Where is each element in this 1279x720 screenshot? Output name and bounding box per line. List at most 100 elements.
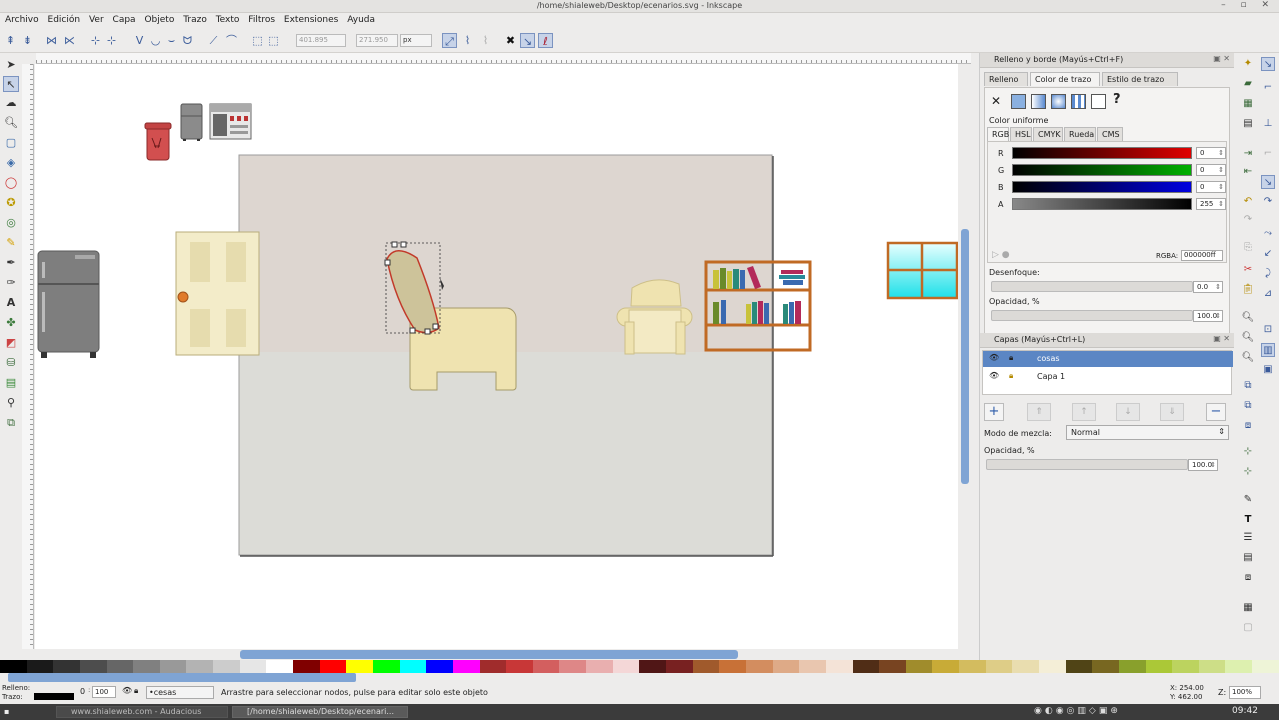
- taskbar-item-inkscape[interactable]: [/home/shialeweb/Desktop/ecenari...: [232, 706, 408, 718]
- show-handles-icon[interactable]: ⌇: [460, 33, 475, 48]
- blue-value[interactable]: 0: [1196, 181, 1226, 193]
- show-outline-icon[interactable]: ⌇: [478, 33, 493, 48]
- document-properties-icon[interactable]: ▦: [1241, 601, 1255, 615]
- snap-toggle-icon[interactable]: ↘: [1261, 57, 1275, 71]
- show-transform-handles-icon[interactable]: ⤢: [442, 33, 457, 48]
- snap-midpoints-icon[interactable]: ⊿: [1261, 287, 1275, 301]
- red-value[interactable]: 0: [1196, 147, 1226, 159]
- small-fridge[interactable]: [180, 103, 203, 141]
- connector-tool-icon[interactable]: ⧉: [3, 415, 19, 431]
- paste-icon[interactable]: 📋︎: [1241, 283, 1255, 297]
- clip-path-edit-icon[interactable]: ✖: [503, 33, 518, 48]
- selector-tool-icon[interactable]: ➤: [3, 57, 19, 73]
- door[interactable]: [175, 231, 260, 356]
- stroke-to-path-icon[interactable]: ⬚: [266, 33, 281, 48]
- ellipse-tool-icon[interactable]: ◯: [3, 175, 19, 191]
- window-pane[interactable]: [886, 241, 958, 300]
- alpha-slider[interactable]: [1012, 198, 1192, 210]
- tab-fill[interactable]: Relleno: [984, 72, 1028, 86]
- red-slider[interactable]: [1012, 147, 1192, 159]
- fill-stroke-panel-header[interactable]: Relleno y borde (Mayús+Ctrl+F) ▣ ✕: [980, 53, 1234, 68]
- menu-archivo[interactable]: Archivo: [2, 14, 42, 26]
- tab-hsl[interactable]: HSL: [1010, 127, 1032, 141]
- cut-icon[interactable]: ✂: [1241, 263, 1255, 277]
- auto-smooth-icon[interactable]: ᗢ: [180, 33, 195, 48]
- layer-lock-icon[interactable]: 🔒︎: [1009, 353, 1013, 363]
- layer-visibility-icon[interactable]: 👁︎: [989, 371, 999, 380]
- zoom-page-icon[interactable]: 🔍︎: [1241, 351, 1255, 365]
- opacity-field[interactable]: 100: [92, 686, 116, 698]
- star-tool-icon[interactable]: ✪: [3, 195, 19, 211]
- text-dialog-icon[interactable]: T: [1241, 513, 1255, 527]
- layer-row-cosas[interactable]: 👁︎ 🔒︎ cosas: [983, 351, 1233, 367]
- zoom-selection-icon[interactable]: 🔍︎: [1241, 311, 1255, 325]
- clone-icon[interactable]: ⧉: [1241, 399, 1255, 413]
- linear-gradient-icon[interactable]: [1031, 94, 1046, 109]
- save-icon[interactable]: ▦: [1241, 97, 1255, 111]
- snap-cusp-icon[interactable]: ↙: [1261, 247, 1275, 261]
- eraser-tool-icon[interactable]: ◩: [3, 335, 19, 351]
- blue-slider[interactable]: [1012, 181, 1192, 193]
- layer-visibility-icon[interactable]: 👁︎: [989, 353, 999, 362]
- lower-layer-bottom-button[interactable]: ⇓: [1160, 403, 1184, 421]
- join-segment-icon[interactable]: ⊹: [88, 33, 103, 48]
- menu-texto[interactable]: Texto: [213, 14, 243, 26]
- tab-wheel[interactable]: Rueda: [1064, 127, 1096, 141]
- tab-rgb[interactable]: RGB: [987, 127, 1009, 141]
- tweak-tool-icon[interactable]: ☁: [3, 95, 19, 111]
- layer-row-capa-1[interactable]: 👁︎ 🔒︎ Capa 1: [983, 369, 1233, 385]
- zoom-tool-icon[interactable]: 🔍︎: [3, 115, 19, 131]
- menu-ayuda[interactable]: Ayuda: [344, 14, 378, 26]
- vertical-scroll-thumb[interactable]: [961, 229, 969, 484]
- raise-layer-top-button[interactable]: ⇑: [1027, 403, 1051, 421]
- current-layer-select[interactable]: •cesas: [146, 686, 214, 699]
- snap-intersections-icon[interactable]: ⤳: [1261, 227, 1275, 241]
- unit-select[interactable]: px: [400, 34, 432, 47]
- tab-stroke-style[interactable]: Estilo de trazo: [1102, 72, 1178, 86]
- export-icon[interactable]: ⇤: [1241, 165, 1255, 179]
- pattern-icon[interactable]: [1071, 94, 1086, 109]
- color-palette[interactable]: [0, 660, 1279, 673]
- text-tool-icon[interactable]: A: [3, 295, 19, 311]
- gradient-tool-icon[interactable]: ▤: [3, 375, 19, 391]
- layer-opacity-slider[interactable]: [986, 459, 1188, 470]
- raise-layer-button[interactable]: ↑: [1072, 403, 1096, 421]
- snap-bbox-corner-icon[interactable]: ⌐: [1261, 147, 1275, 161]
- group-icon[interactable]: ⊹: [1241, 445, 1255, 459]
- panel-close-icon[interactable]: ▣ ✕: [1213, 54, 1230, 63]
- green-slider[interactable]: [1012, 164, 1192, 176]
- delete-segment-icon[interactable]: ⊹: [104, 33, 119, 48]
- add-layer-button[interactable]: +: [984, 403, 1004, 421]
- vertical-scrollbar[interactable]: [959, 64, 971, 649]
- copy-icon[interactable]: ⎘: [1241, 241, 1255, 255]
- layer-lock-icon[interactable]: 🔒︎: [1009, 371, 1013, 381]
- snap-rotation-icon[interactable]: ▥: [1261, 343, 1275, 357]
- unlink-clone-icon[interactable]: ⧈: [1241, 419, 1255, 433]
- insert-node-icon[interactable]: ⇞: [3, 33, 18, 48]
- taskbar-item-audacious[interactable]: www.shialeweb.com - Audacious: [56, 706, 228, 718]
- dropper-tool-icon[interactable]: ⚲: [3, 395, 19, 411]
- tab-stroke-paint[interactable]: Color de trazo: [1030, 72, 1100, 86]
- snap-nodes-icon[interactable]: ↘: [1261, 175, 1275, 189]
- snap-paths-icon[interactable]: ↷: [1261, 195, 1275, 209]
- blur-value[interactable]: 0.0: [1193, 281, 1223, 293]
- object-to-path-icon[interactable]: ⬚: [250, 33, 265, 48]
- snap-centers-icon[interactable]: ⊡: [1261, 323, 1275, 337]
- fill-opacity-value[interactable]: 100.0: [1193, 310, 1223, 322]
- break-path-icon[interactable]: ⋉: [62, 33, 77, 48]
- 3d-box-tool-icon[interactable]: ◈: [3, 155, 19, 171]
- layers-panel-header[interactable]: Capas (Mayús+Ctrl+L) ▣ ✕: [980, 333, 1234, 348]
- palette-scrollbar[interactable]: [8, 673, 356, 682]
- blur-slider[interactable]: [991, 281, 1193, 292]
- horizontal-scrollbar[interactable]: [35, 649, 958, 660]
- new-document-icon[interactable]: ✦: [1241, 57, 1255, 71]
- join-nodes-icon[interactable]: ⋈: [44, 33, 59, 48]
- alpha-value[interactable]: 255: [1196, 198, 1226, 210]
- remove-layer-button[interactable]: −: [1206, 403, 1226, 421]
- ungroup-icon[interactable]: ⊹: [1241, 465, 1255, 479]
- delete-node-icon[interactable]: ⇟: [20, 33, 35, 48]
- open-icon[interactable]: ▰: [1241, 77, 1255, 91]
- paint-bucket-tool-icon[interactable]: ⛁: [3, 355, 19, 371]
- preferences-icon[interactable]: ▢: [1241, 621, 1255, 635]
- menu-icon[interactable]: ▪: [4, 707, 9, 716]
